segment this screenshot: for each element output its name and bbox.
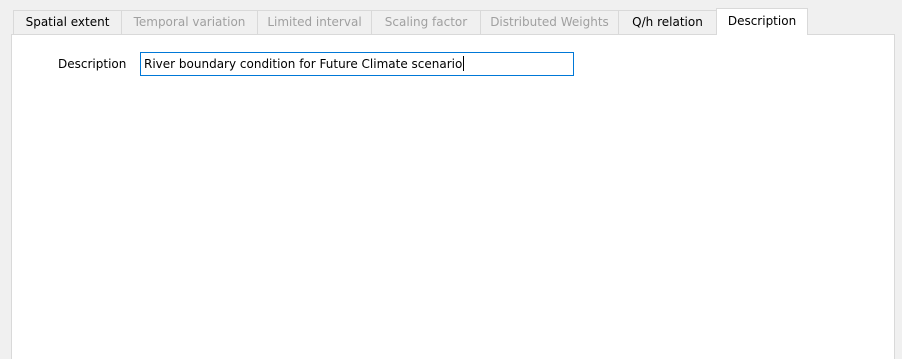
tab-distributed-weights: Distributed Weights <box>480 10 619 34</box>
description-label: Description <box>58 57 127 71</box>
tab-description[interactable]: Description <box>716 8 808 35</box>
description-input-text: River boundary condition for Future Clim… <box>144 57 463 71</box>
tab-strip: Spatial extent Temporal variation Limite… <box>13 8 808 35</box>
tab-scaling-factor: Scaling factor <box>371 10 481 34</box>
text-caret <box>463 56 465 71</box>
description-tab-panel: Description River boundary condition for… <box>11 34 895 359</box>
tab-temporal-variation: Temporal variation <box>121 10 258 34</box>
boundary-condition-dialog: Spatial extent Temporal variation Limite… <box>0 0 902 359</box>
tab-limited-interval: Limited interval <box>257 10 372 34</box>
tab-qh-relation[interactable]: Q/h relation <box>618 10 717 34</box>
tab-spatial-extent[interactable]: Spatial extent <box>13 10 122 34</box>
description-field-row: Description River boundary condition for… <box>12 52 894 76</box>
description-input[interactable]: River boundary condition for Future Clim… <box>140 52 574 76</box>
